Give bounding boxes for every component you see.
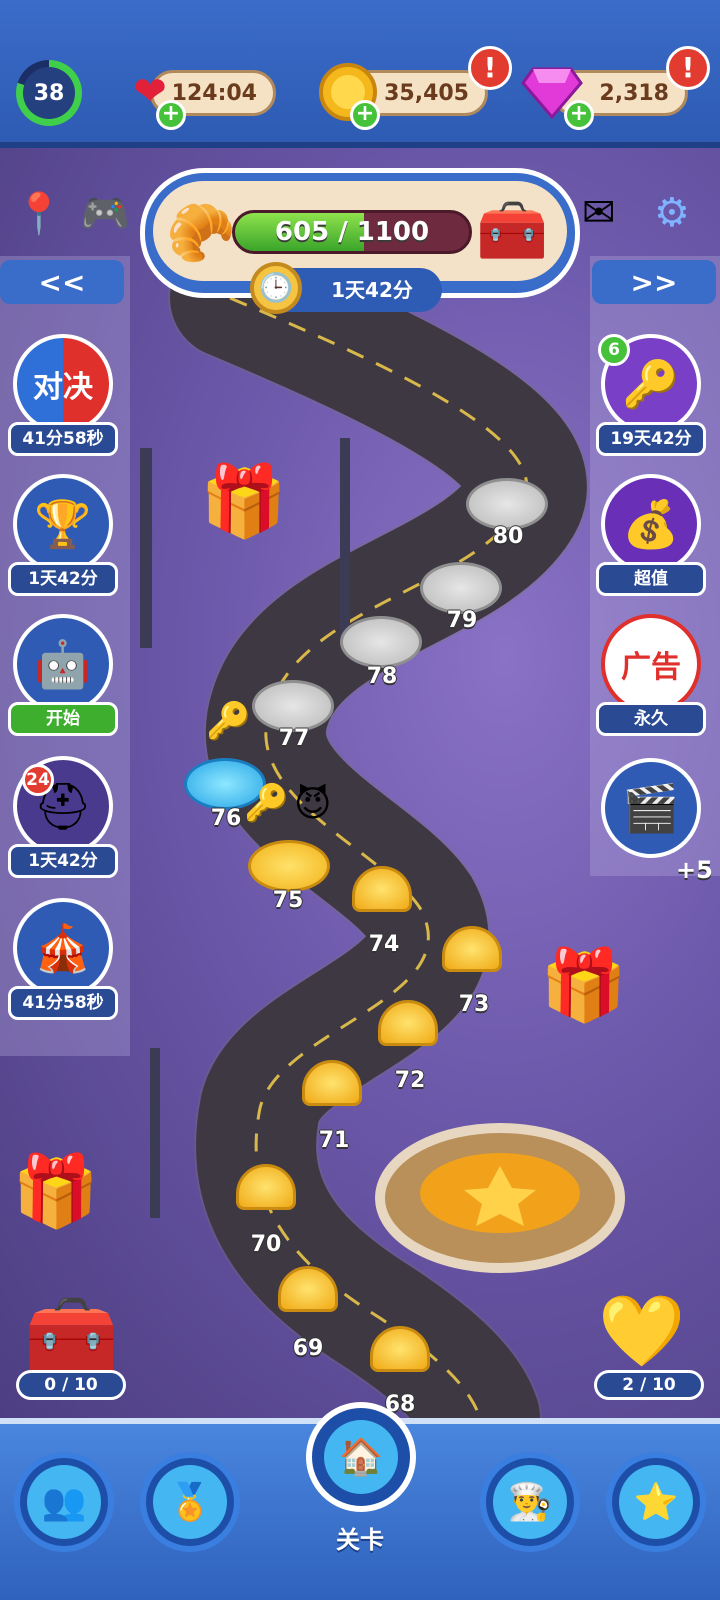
level-number: 78 [366,664,398,689]
gems-alert-icon[interactable]: ! [666,46,710,90]
friends-icon: 👥 [27,1465,101,1539]
gift-box-icon[interactable]: 🎁 [200,460,287,543]
right-panel-collapse-button[interactable]: >> [592,260,716,304]
event-versus-timer: 41分58秒 [8,422,118,456]
mail-icon[interactable]: ✉ [582,190,616,236]
level-node-77[interactable] [252,680,334,732]
robot-pot-icon: 🤖 [13,614,113,714]
gift-box-icon[interactable]: 🎁 [540,944,627,1027]
leaderboard-icon: 🏅 [153,1465,227,1539]
coins-alert-icon[interactable]: ! [468,46,512,90]
key-count-badge: 6 [598,334,630,366]
nav-levels-label: 关卡 [336,1526,384,1554]
trophy-icon: 🏆 [13,474,113,574]
event-robot-pot[interactable]: 🤖 开始 [8,614,118,738]
key-icon: 🔑 [244,783,289,824]
settings-gear-icon[interactable]: ⚙ [654,190,690,236]
left-panel-collapse-button[interactable]: << [0,260,124,304]
event-progress-text: 605 / 1100 [274,217,430,247]
helmet-flag-badge: 24 [22,764,54,796]
coins-value: 35,405 [384,80,469,106]
level-number: 71 [318,1128,350,1153]
level-number: 70 [250,1232,282,1257]
level-number: 69 [292,1336,324,1361]
event-treasure-label: 超值 [596,562,706,596]
croissant-icon: 🥐 [166,201,236,266]
level-node-80[interactable] [466,478,548,530]
nav-friends-button[interactable]: 👥 [14,1452,114,1552]
versus-icon: 对决 [13,334,113,434]
lives-value: 124:04 [171,80,257,106]
no-ads-icon: 广告 [601,614,701,714]
event-key-timer: 19天42分 [596,422,706,456]
shop-tent-icon: 🎪 [13,898,113,998]
video-gems-reward: +5 [676,856,713,884]
event-trophy-timer: 1天42分 [8,562,118,596]
add-lives-plus-icon[interactable]: + [156,100,186,130]
gems-value: 2,318 [599,80,669,106]
nav-chef-upgrade-button[interactable]: 👨‍🍳 [480,1452,580,1552]
level-number: 80 [492,524,524,549]
key-icon: 🔑 [206,701,251,742]
level-number: 75 [272,888,304,913]
event-no-ads-label: 永久 [596,702,706,736]
gift-box-icon[interactable]: 🎁 [12,1150,99,1233]
level-number: 79 [446,608,478,633]
left-arrow-label: << [38,265,86,299]
event-helmet-timer: 1天42分 [8,844,118,878]
chest-progress-left: 0 / 10 [16,1370,126,1400]
gamepad-icon[interactable]: 🎮 [80,190,130,237]
chef-hat-upgrade-icon: 👨‍🍳 [493,1465,567,1539]
star-card-icon: ⭐ [619,1465,693,1539]
gold-nugget-icon[interactable]: 💛 [598,1290,685,1373]
player-level-badge[interactable]: 38 [16,60,82,126]
treasure-icon: 💰 [601,474,701,574]
add-gems-plus-icon[interactable]: + [564,100,594,130]
add-coins-plus-icon[interactable]: + [350,100,380,130]
level-number: 73 [458,992,490,1017]
nav-leaderboard-button[interactable]: 🏅 [140,1452,240,1552]
nav-levels-button[interactable]: 🏠 [306,1402,416,1512]
level-node-78[interactable] [340,616,422,668]
devil-face-icon: 😈 [294,784,332,825]
event-shop-tent-timer: 41分58秒 [8,986,118,1020]
level-number: 74 [368,932,400,957]
chest-progress-right: 2 / 10 [594,1370,704,1400]
event-versus[interactable]: 对决 41分58秒 [8,334,118,458]
event-start-button[interactable]: 开始 [8,702,118,736]
event-treasure-offer[interactable]: 💰 超值 [596,474,706,598]
home-icon: 🏠 [324,1420,398,1494]
map-pin-icon[interactable]: 📍 [14,190,64,237]
clock-icon: 🕒 [250,262,302,314]
level-number: 72 [394,1068,426,1093]
event-trophy[interactable]: 🏆 1天42分 [8,474,118,598]
locked-chest-icon[interactable]: 🧰 [476,196,548,265]
player-level: 38 [23,67,75,119]
reward-chest-icon[interactable]: 🧰 [24,1290,119,1380]
right-arrow-label: >> [630,265,678,299]
event-shop-tent[interactable]: 🎪 41分58秒 [8,898,118,1022]
video-gem-icon: 🎬 [601,758,701,858]
event-no-ads[interactable]: 广告 永久 [596,614,706,738]
level-node-79[interactable] [420,562,502,614]
level-node-75[interactable] [248,840,330,892]
level-number: 77 [278,726,310,751]
nav-cards-button[interactable]: ⭐ [606,1452,706,1552]
